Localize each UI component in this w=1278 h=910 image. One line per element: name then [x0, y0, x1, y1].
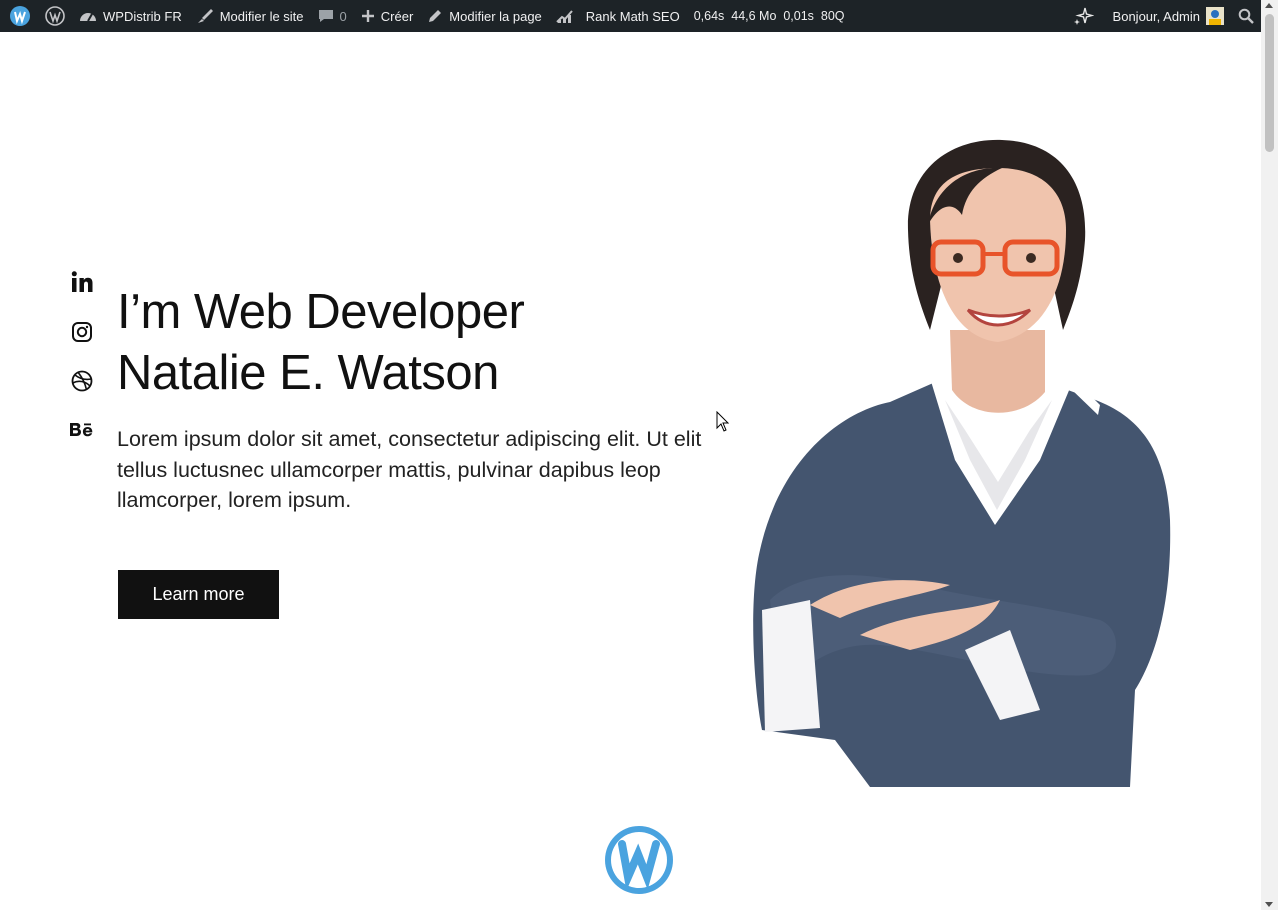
- greeting-label: Bonjour, Admin: [1112, 8, 1200, 24]
- behance-icon: [70, 423, 93, 437]
- hero-title: I’m Web Developer Natalie E. Watson: [117, 282, 525, 404]
- instagram-icon: [72, 322, 92, 342]
- comments-count: 0: [339, 8, 347, 24]
- behance-link[interactable]: [68, 416, 96, 444]
- query-monitor-menu[interactable]: 0,64s 44,6 Mo 0,01s 80Q: [687, 0, 852, 32]
- dashboard-icon: [80, 13, 96, 22]
- edit-site-label: Modifier le site: [219, 8, 304, 24]
- ai-assistant-button[interactable]: [1065, 0, 1106, 32]
- brush-icon: [197, 9, 213, 23]
- scrollbar-thumb[interactable]: [1265, 14, 1274, 152]
- site-name-label: WPDistrib FR: [103, 8, 182, 24]
- dribbble-link[interactable]: [68, 367, 96, 395]
- mouse-cursor-icon: [716, 411, 730, 432]
- query-monitor-stats: 0,64s 44,6 Mo 0,01s 80Q: [693, 9, 845, 23]
- comments-menu[interactable]: 0: [311, 0, 354, 32]
- hero-title-line-1: I’m Web Developer: [117, 285, 525, 339]
- linkedin-icon: [71, 271, 93, 292]
- hero-title-line-2: Natalie E. Watson: [117, 346, 499, 400]
- page-scrollbar[interactable]: [1261, 0, 1278, 910]
- hero-description: Lorem ipsum dolor sit amet, consectetur …: [117, 427, 702, 512]
- learn-more-button[interactable]: Learn more: [118, 570, 279, 619]
- my-account-menu[interactable]: Bonjour, Admin: [1106, 0, 1231, 32]
- portrait-image: [753, 139, 1171, 787]
- scroll-down-arrow-icon[interactable]: [1265, 902, 1273, 907]
- pencil-icon: [429, 10, 442, 22]
- site-name-menu[interactable]: WPDistrib FR: [72, 0, 189, 32]
- create-menu[interactable]: Créer: [354, 0, 421, 32]
- linkedin-link[interactable]: [68, 268, 96, 296]
- rank-math-icon: [556, 10, 573, 23]
- wordpress-icon: [45, 6, 65, 26]
- rank-math-menu[interactable]: Rank Math SEO: [549, 0, 687, 32]
- plus-icon: [361, 10, 374, 22]
- rank-math-label: Rank Math SEO: [585, 8, 680, 24]
- scroll-up-arrow-icon[interactable]: [1265, 3, 1273, 8]
- create-label: Créer: [380, 8, 414, 24]
- instagram-link[interactable]: [68, 318, 96, 346]
- comment-icon: [318, 10, 333, 22]
- wpdistrib-logo-icon: [10, 6, 30, 26]
- site-logo-menu[interactable]: [0, 0, 38, 32]
- edit-page-menu[interactable]: Modifier la page: [420, 0, 549, 32]
- wordpress-menu[interactable]: [38, 0, 72, 32]
- edit-site-menu[interactable]: Modifier le site: [189, 0, 311, 32]
- edit-page-label: Modifier la page: [449, 8, 542, 24]
- wpdistrib-footer-logo[interactable]: [590, 822, 690, 910]
- dribbble-icon: [71, 370, 93, 392]
- avatar: [1206, 7, 1224, 25]
- admin-bar: WPDistrib FR Modifier le site 0 Créer Mo…: [0, 0, 1278, 32]
- search-icon: [1238, 8, 1254, 24]
- sparkle-icon: [1073, 7, 1094, 25]
